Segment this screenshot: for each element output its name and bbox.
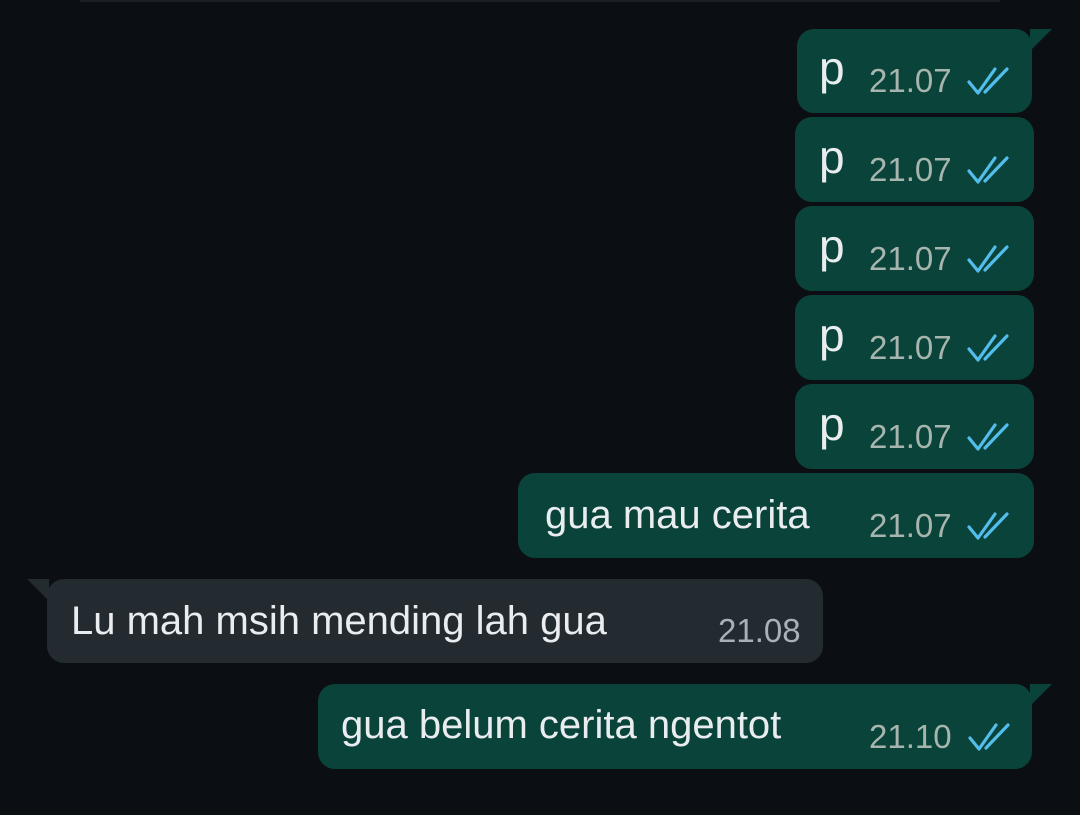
bubble-tail: [1030, 684, 1052, 706]
message-bubble-outgoing[interactable]: p 21.07: [795, 384, 1034, 469]
message-text: Lu mah msih mending lah gua: [71, 599, 607, 643]
message-text: p: [819, 42, 845, 94]
message-time: 21.07: [869, 240, 952, 277]
message-bubble-outgoing[interactable]: p 21.07: [795, 295, 1034, 380]
message-bubble-outgoing[interactable]: p 21.07: [795, 206, 1034, 291]
read-ticks-icon: [967, 334, 1009, 362]
message-time: 21.07: [869, 151, 952, 188]
message-text: gua belum cerita ngentot: [341, 703, 782, 747]
message-time: 21.07: [869, 329, 952, 366]
read-ticks-icon: [967, 512, 1009, 540]
message-time: 21.08: [718, 612, 801, 649]
message-text: gua mau cerita: [545, 493, 810, 537]
bubble-tail: [1030, 29, 1052, 51]
read-ticks-icon: [968, 723, 1010, 751]
top-divider: [80, 0, 1000, 2]
read-ticks-icon: [967, 67, 1009, 95]
message-bubble-outgoing[interactable]: gua mau cerita 21.07: [518, 473, 1034, 558]
message-bubble-incoming[interactable]: Lu mah msih mending lah gua 21.08: [27, 579, 823, 663]
message-bubble-outgoing[interactable]: gua belum cerita ngentot 21.10: [318, 684, 1052, 769]
message-time: 21.10: [869, 718, 952, 755]
message-text: p: [819, 131, 845, 183]
message-bubble-outgoing[interactable]: p 21.07: [797, 29, 1052, 113]
read-ticks-icon: [967, 245, 1009, 273]
bubble-tail: [27, 579, 49, 601]
message-text: p: [819, 309, 845, 361]
message-text: p: [819, 398, 845, 450]
message-time: 21.07: [869, 507, 952, 544]
message-time: 21.07: [869, 62, 952, 99]
message-bubble-outgoing[interactable]: p 21.07: [795, 117, 1034, 202]
read-ticks-icon: [967, 156, 1009, 184]
message-text: p: [819, 220, 845, 272]
read-ticks-icon: [967, 423, 1009, 451]
message-time: 21.07: [869, 418, 952, 455]
